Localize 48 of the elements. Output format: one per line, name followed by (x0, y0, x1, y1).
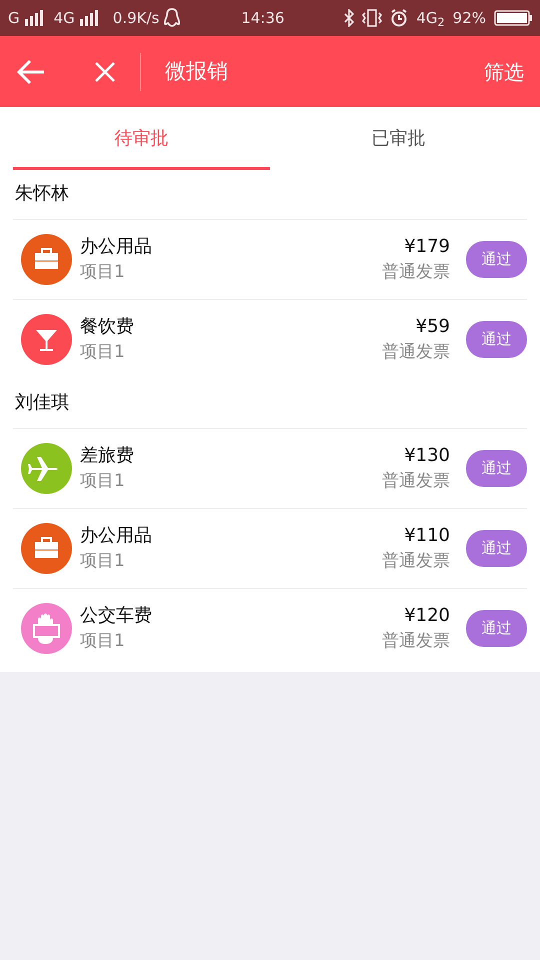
amount: ¥130 (404, 444, 450, 468)
expense-category: 办公用品 (80, 235, 153, 260)
project-name: 项目1 (80, 261, 126, 284)
signal-icon (24, 10, 46, 26)
expense-category: 差旅费 (80, 444, 135, 468)
amount: ¥179 (404, 235, 450, 260)
approve-button[interactable]: 通过 (466, 241, 527, 278)
tab[interactable]: 已审批 (270, 107, 527, 170)
invoice-type: 普通发票 (382, 341, 450, 364)
amount: ¥59 (416, 315, 450, 340)
battery-icon (494, 10, 532, 26)
project-name: 项目1 (80, 630, 126, 654)
carrier-label: G (8, 8, 20, 29)
page-title: 微报销 (165, 58, 229, 85)
project-name: 项目1 (80, 470, 126, 494)
project-name: 项目1 (80, 341, 126, 364)
signal-icon (78, 10, 101, 26)
close-icon (94, 61, 116, 84)
amount: ¥110 (404, 524, 450, 548)
approve-button[interactable]: 通过 (466, 450, 527, 487)
project-name: 项目1 (80, 550, 126, 574)
bluetooth-icon (344, 9, 354, 27)
group-name: 朱怀林 (14, 182, 70, 206)
expense-category: 餐饮费 (80, 315, 135, 340)
approve-button[interactable]: 通过 (466, 530, 527, 567)
expense-category: 公交车费 (80, 604, 153, 628)
penguin-icon (163, 8, 182, 28)
group-name: 刘佳琪 (14, 391, 70, 415)
expense-category: 办公用品 (80, 524, 153, 548)
network-type: 4G$_{2}$ (416, 8, 445, 30)
invoice-type: 普通发票 (382, 630, 450, 654)
filter-button[interactable]: 筛选 (484, 56, 524, 86)
approve-button[interactable]: 通过 (466, 321, 527, 358)
vibrate-icon (362, 9, 382, 27)
invoice-type: 普通发票 (382, 470, 450, 494)
status-time: 14:36 (240, 8, 286, 29)
amount: ¥120 (404, 604, 450, 628)
close-button[interactable] (94, 60, 116, 84)
network-speed: 0.9K/s (112, 8, 160, 29)
invoice-type: 普通发票 (382, 261, 450, 284)
back-button[interactable] (16, 58, 46, 84)
back-icon (16, 58, 46, 84)
carrier-label: 4G (54, 8, 75, 29)
invoice-type: 普通发票 (382, 550, 450, 574)
approve-button[interactable]: 通过 (466, 610, 527, 647)
battery-percent: 92% (452, 8, 486, 29)
tab[interactable]: 待审批 (13, 107, 270, 170)
alarm-icon (390, 9, 408, 27)
